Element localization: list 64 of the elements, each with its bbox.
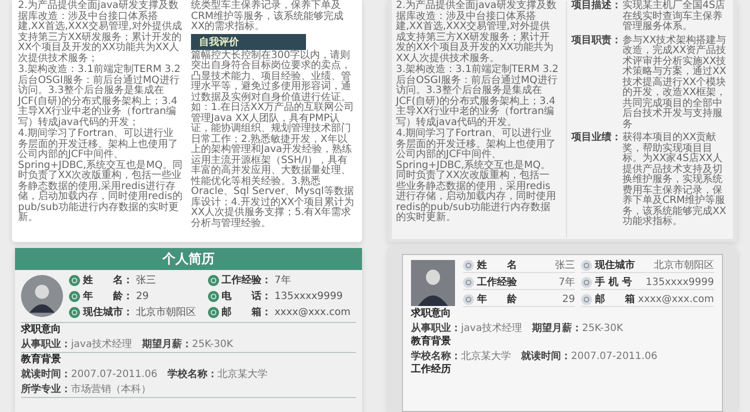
item-label: 就读时间：	[21, 369, 71, 380]
field-label: 年 龄	[477, 292, 517, 306]
item-value: 25K-30K	[582, 323, 624, 334]
field-label: 手 机 号	[595, 276, 632, 289]
resume-paragraph: 4.期间学习了Fortran、可以进行业务层面的开发迁移。架构上也使用了公司内部的JCF中间件、Spring+JDBC,系统交互也是MQ。同时负责了XX次改版重构，包括一些业务静态数据的使用，采用redis进行存储，启动加载内存，同时使用redis的pub/sub功能进行内存数据的实时更新。	[396, 129, 557, 224]
section-heading: 教育背景	[411, 336, 452, 348]
field-value: 张三	[555, 258, 576, 272]
resume-paragraph: 3.架构改造：3.1前端定制TERM 3.2后台OSGI服务：前后台通过MQ进行访问。3.3整个后台服务是集成在JCF(自研)的分布式服务架构上；3.4主导XX行业中老的业务（fortran编写）转成java代码的开发；	[18, 65, 182, 128]
item-text: 获得本项目的XX贡献奖，帮助实现项目目标。为XX家4S店XX人提供产品技术支持及切换维护服务，实现系统费用车主保养记录，保养下单及CRM维护等服务，该系统能够完成XX功能求指标。	[622, 133, 728, 228]
item-label: 项目业绩：	[572, 133, 622, 145]
photo-placeholder	[411, 260, 455, 306]
resume-paragraph: 4.期间学习了Fortran、可以进行业务层面的开发迁移。架构上也使用了公司内部的JCF中间件、Spring+JDBC,系统交互也是MQ。同时负责了XX次改版重构，包括一些业务静态数据的使用,采用redis进行存储，启动加载内存，同时使用redis的pub/sub功能进行内存数据的实时更新。	[18, 129, 183, 224]
field-value: 7年	[558, 276, 576, 289]
item-value: 北京某大学	[461, 351, 511, 362]
section-heading: 求职意向	[411, 308, 452, 320]
item-value: 市场营销（本科）	[71, 384, 151, 395]
item-value: 25K-30K	[192, 339, 234, 350]
item-label: 期望月薪：	[142, 339, 192, 350]
field-value: 7年	[274, 274, 291, 287]
item-value: java技术经理	[71, 339, 132, 350]
item-value: 北京某大学	[217, 369, 268, 380]
item-value: 2007.07-2011.06	[571, 351, 658, 362]
item-label: 学校名称：	[411, 351, 461, 362]
section-heading: 求职意向	[21, 324, 62, 336]
field-label: 邮 箱	[595, 292, 636, 306]
item-label: 所学专业：	[21, 384, 71, 395]
item-value: java技术经理	[461, 323, 522, 334]
field-label: 姓 名：	[83, 274, 133, 287]
field-value: 29	[136, 290, 149, 302]
field-label: 工作经验：	[222, 274, 272, 287]
resume-paragraph: 篇幅控大长控制在300字以内，请则突出自身符合目标岗位要求的卖点，凸显技术能力、项目经验、业绩、管理水平等，避免过多使用形容词，通过数据及实例对自身价值进行佐证。如：1.在日活XX万产品的互联网公司管理Java XX人团队，具有PMP认证，能协调组织、规划管理技术部门日常工作；2.熟悉敏捷开发，X年以上的架构管理和Java开发经验，熟练运用主流开源框架（SSH/I），具有丰富的高并发应用、大数据量处理、性能优化等相关经验。3.熟悉Oracle、Sql Server、Mysql等数据库设计；4.开发过的XX个项目累计为XX人次提供服务支撑；5.有X年需求分析与管理经验。	[191, 50, 356, 229]
field-label: 邮 箱：	[222, 306, 272, 319]
resume-preview-card[interactable]: 个人简历 姓 名： 张三 工作经验： 7年 年 龄： 29 电 话： 135xxxx9999 现住城市： 北京市朝阳区 邮 箱： xxxx@xxx.com 求职意向 从事职业：java技术经理 期望月薪：25K-30K 教育背景 就读时间：2007.07-2011.06 学校名称：北京某大学 所学专业：市场营销（本科）	[15, 248, 362, 412]
field-value: 29	[562, 294, 576, 304]
resume-preview-card[interactable]	[388, 0, 737, 242]
field-label: 工作经验	[477, 276, 517, 289]
item-label: 就读时间：	[521, 351, 571, 362]
field-value: xxxx@xxx.com	[638, 294, 714, 304]
avatar-placeholder	[21, 275, 63, 317]
item-label: 期望月薪：	[532, 323, 582, 334]
resume-title-banner: 个人简历	[15, 248, 362, 270]
item-text: 参与XX技术架构搭建与改造，完成XX资产品技术评审并分析实施XX技术策略与方案，通过XX技术提高进行XX个模块的开发，改造XX框架，共同完成项目的全部中后台技术开发与支持服务	[622, 36, 728, 130]
field-label: 现住城市	[595, 258, 636, 272]
item-label: 项目职责：	[572, 36, 622, 48]
field-value: 135xxxx9999	[274, 290, 343, 302]
field-label: 现住城市：	[83, 305, 133, 319]
field-label: 姓 名	[477, 258, 517, 272]
field-value: 135xxxx9999	[646, 276, 714, 288]
resume-paragraph: 3.架构改造：3.1前端定制TERM 3.2后台OSGI服务：前后台通过MQ进行访问。3.3整个后台服务是集成在JCF(自研)的分布式服务架构上；3.4主导XX行业中老的业务（fortran编写）转成java代码的开发。	[396, 65, 560, 128]
section-heading: 自我评价	[191, 34, 306, 50]
section-heading: 教育背景	[21, 354, 62, 366]
item-label: 从事职业：	[21, 339, 71, 350]
field-value: xxxx@xxx.com	[274, 306, 350, 318]
section-heading: 工作经历	[411, 364, 452, 376]
field-label: 电 话：	[222, 290, 272, 303]
item-value: 2007.07-2011.06	[71, 369, 158, 380]
item-label: 从事职业：	[411, 323, 461, 334]
resume-preview-card[interactable]	[12, 0, 362, 242]
resume-preview-card[interactable]: 姓 名 张三 现住城市 北京市朝阳区 工作经验 7年 手 机 号 135xxxx9999 年 龄 29 邮 箱 xxxx@xxx.com 求职意向 从事职业：java技术经理 期望月薪：25K-30K 教育背景 学校名称：北京某大学 就读时间：2007.07-2011.06 工作经历	[388, 248, 737, 412]
field-value: 北京市朝阳区	[136, 306, 196, 319]
item-label: 学校名称：	[167, 369, 218, 380]
field-value: 张三	[136, 274, 156, 287]
field-label: 年 龄：	[83, 290, 133, 303]
field-value: 北京市朝阳区	[654, 258, 714, 272]
